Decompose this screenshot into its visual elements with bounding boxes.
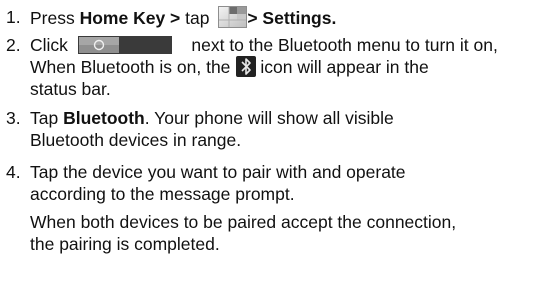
step-line: Bluetooth devices in range. [30, 130, 242, 150]
step-line: according to the message prompt. [30, 184, 295, 204]
step-text [172, 35, 191, 55]
step-body: Click next to the Bluetooth menu to turn… [30, 34, 554, 100]
step-text: tap [180, 8, 215, 28]
step-number: 1. [6, 7, 21, 27]
step-number: 2. [6, 35, 21, 55]
step-line: status bar. [30, 79, 111, 99]
step-text: icon will appear in the [260, 57, 429, 77]
step-body: Tap the device you want to pair with and… [30, 161, 554, 255]
step-line: Press Home Key > tap > Settings. [30, 6, 554, 28]
step-text: Press [30, 8, 80, 28]
bluetooth-status-icon [236, 56, 257, 77]
step-text: Click [30, 35, 68, 55]
step-body: Press Home Key > tap > Settings. [30, 6, 554, 28]
step-text: Tap [30, 108, 64, 128]
apps-launcher-icon [218, 6, 248, 28]
home-key-label: Home Key > [79, 8, 181, 28]
step-number: 4. [6, 162, 21, 182]
step-note-line: the pairing is completed. [30, 234, 220, 254]
step-text: . Your phone will show all visible [144, 108, 394, 128]
step-text: next to the Bluetooth menu to turn it on… [191, 35, 498, 55]
step-line: Tap Bluetooth. Your phone will show all … [30, 107, 554, 129]
step-line: Click next to the Bluetooth menu to turn… [30, 34, 554, 56]
bluetooth-label: Bluetooth [63, 108, 145, 128]
step-body: Tap Bluetooth. Your phone will show all … [30, 107, 554, 151]
settings-label: > Settings. [247, 8, 337, 28]
step-note-line: When both devices to be paired accept th… [30, 212, 457, 232]
bluetooth-toggle-switch-icon [77, 36, 172, 54]
step-text: When Bluetooth is on, the [30, 57, 231, 77]
step-line: Tap the device you want to pair with and… [30, 162, 406, 182]
step-line: When Bluetooth is on, the icon will appe… [30, 56, 554, 78]
instruction-page: 1. Press Home Key > tap > Settings. 2. C… [0, 0, 556, 301]
step-number: 3. [6, 108, 21, 128]
